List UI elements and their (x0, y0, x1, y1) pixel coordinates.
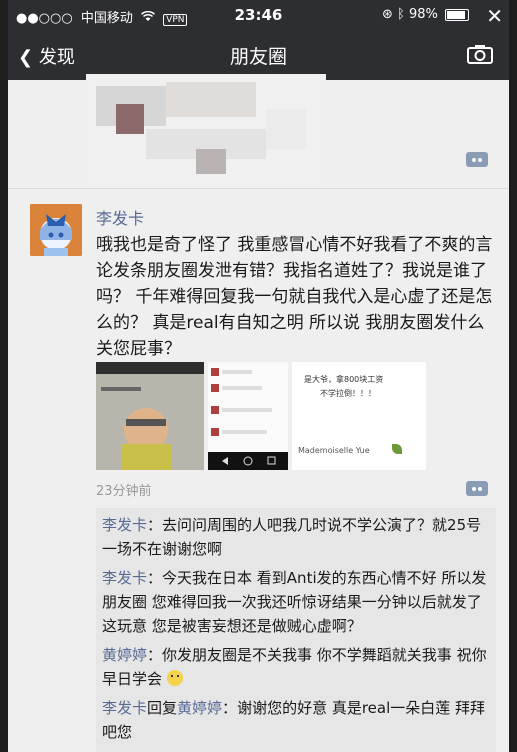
post-image-3[interactable]: 是大爷，拿800块工资 不学拉倒！！！ Mademoiselle Yue (292, 362, 426, 470)
more-icon[interactable] (466, 481, 488, 496)
bluetooth-icon: ᛒ (397, 7, 405, 22)
status-bar: ●●○○○ 中国移动 VPN 23:46 ⊛ ᛒ 98% (8, 0, 509, 30)
comment-author[interactable]: 李发卡 (102, 569, 147, 587)
comment-item: 黄婷婷：你发朋友圈是不关我事 你不学舞蹈就关我事 祝你早日学会 (96, 643, 496, 691)
comment-item: 李发卡：去问问周围的人吧我几时说不学公演了？就25号一场不在谢谢您啊 (96, 513, 496, 561)
comment-author[interactable]: 李发卡 (102, 699, 147, 717)
leaf-icon (392, 444, 402, 454)
camera-icon[interactable] (467, 44, 493, 64)
post-text: 哦我也是奇了怪了 我重感冒心情不好我看了不爽的言论发条朋友圈发泄有错？我指名道姓… (96, 235, 493, 359)
comment-author[interactable]: 李发卡 (102, 516, 147, 534)
avatar[interactable] (30, 204, 82, 256)
battery-icon (445, 8, 469, 21)
status-right: ⊛ ᛒ 98% (382, 7, 469, 22)
post-author[interactable]: 李发卡 (96, 205, 144, 229)
thumb-snippet-1: 是大爷，拿800块工资 (304, 375, 384, 384)
comment-author[interactable]: 黄婷婷 (102, 646, 147, 664)
comment-reply-target[interactable]: 黄婷婷 (177, 699, 222, 717)
comment-item: 李发卡回复黄婷婷：谢谢您的好意 真是real一朵白莲 拜拜吧您 (96, 696, 496, 744)
comment-sep: ： (147, 646, 163, 664)
close-icon[interactable]: ✕ (486, 4, 503, 28)
comment-reply-word: 回复 (147, 699, 178, 717)
lock-rotation-icon: ⊛ (381, 7, 393, 22)
post-image-1[interactable] (96, 362, 204, 470)
phone-screen: ●●○○○ 中国移动 VPN 23:46 ⊛ ᛒ 98% ✕ ❮ 发现 朋友圈 (8, 0, 509, 752)
comments-section: 李发卡：去问问周围的人吧我几时说不学公演了？就25号一场不在谢谢您啊 李发卡：今… (96, 508, 496, 752)
nav-bar: ❮ 发现 朋友圈 (8, 30, 509, 80)
smile-emoji-icon (166, 670, 183, 686)
battery-percent: 98% (408, 7, 438, 22)
thumb-snippet-2: 不学拉倒！！！ (320, 389, 376, 398)
post-time: 23分钟前 (96, 484, 152, 499)
more-icon[interactable] (466, 152, 488, 167)
pixelated-previous-post (86, 74, 326, 184)
comment-sep: ： (222, 699, 238, 717)
page-title: 朋友圈 (229, 46, 287, 68)
thumb-signature: Mademoiselle Yue (298, 446, 370, 455)
comment-item: 李发卡：今天我在日本 看到Anti发的东西心情不好 所以发朋友圈 您难得回我一次… (96, 566, 496, 638)
comment-sep: ： (147, 569, 163, 587)
comment-sep: ： (147, 516, 163, 534)
divider (8, 188, 509, 189)
post-image-2[interactable] (208, 362, 288, 470)
